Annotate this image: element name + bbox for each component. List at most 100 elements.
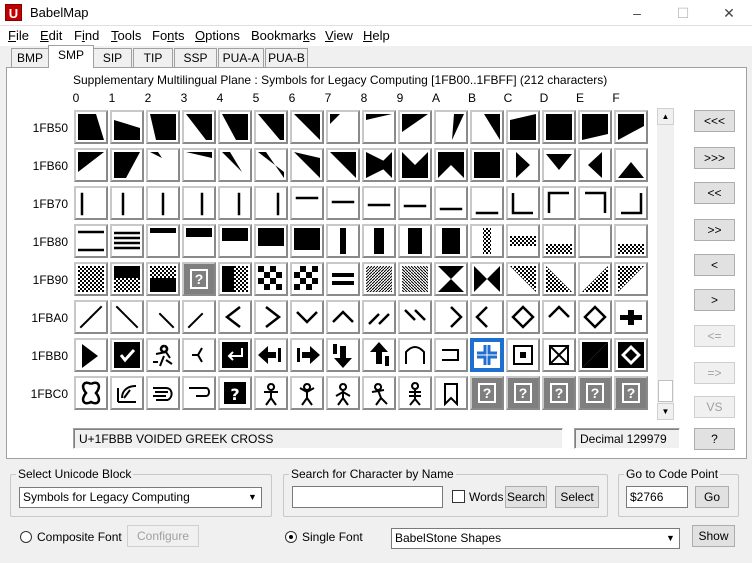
character-cell[interactable] bbox=[398, 376, 432, 410]
words-checkbox[interactable] bbox=[452, 490, 465, 503]
character-cell[interactable] bbox=[434, 376, 468, 410]
character-cell[interactable] bbox=[362, 300, 396, 334]
scroll-down-icon[interactable]: ▼ bbox=[657, 403, 674, 420]
character-cell[interactable] bbox=[398, 110, 432, 144]
menu-item[interactable]: View bbox=[325, 28, 353, 43]
menu-item[interactable]: Help bbox=[363, 28, 390, 43]
character-cell[interactable] bbox=[254, 148, 288, 182]
character-cell[interactable] bbox=[218, 262, 252, 296]
character-cell[interactable] bbox=[326, 148, 360, 182]
character-cell[interactable]: ? bbox=[218, 376, 252, 410]
character-cell[interactable] bbox=[506, 262, 540, 296]
character-cell[interactable] bbox=[578, 186, 612, 220]
character-cell[interactable] bbox=[542, 262, 576, 296]
character-cell[interactable] bbox=[434, 300, 468, 334]
character-cell[interactable] bbox=[110, 148, 144, 182]
go-button[interactable]: Go bbox=[695, 486, 729, 508]
character-cell[interactable] bbox=[470, 148, 504, 182]
nav-button[interactable]: => bbox=[694, 362, 735, 384]
character-cell[interactable]: ? bbox=[506, 376, 540, 410]
character-cell[interactable] bbox=[74, 186, 108, 220]
character-cell[interactable] bbox=[254, 186, 288, 220]
character-cell[interactable] bbox=[254, 224, 288, 258]
character-cell[interactable] bbox=[218, 300, 252, 334]
character-cell[interactable] bbox=[398, 300, 432, 334]
character-cell[interactable] bbox=[146, 300, 180, 334]
character-cell[interactable] bbox=[506, 186, 540, 220]
character-cell[interactable] bbox=[218, 186, 252, 220]
menu-item[interactable]: Options bbox=[195, 28, 240, 43]
character-cell[interactable] bbox=[254, 300, 288, 334]
character-cell[interactable] bbox=[398, 224, 432, 258]
character-cell[interactable] bbox=[110, 338, 144, 372]
scroll-up-icon[interactable]: ▲ bbox=[657, 108, 674, 125]
character-cell[interactable] bbox=[74, 110, 108, 144]
character-cell[interactable] bbox=[182, 224, 216, 258]
character-cell[interactable] bbox=[398, 186, 432, 220]
character-cell[interactable]: ? bbox=[614, 376, 648, 410]
character-cell[interactable] bbox=[614, 186, 648, 220]
scroll-thumb[interactable] bbox=[658, 380, 673, 402]
menu-item[interactable]: Bookmarks bbox=[251, 28, 316, 43]
character-cell[interactable] bbox=[434, 262, 468, 296]
character-cell[interactable] bbox=[578, 338, 612, 372]
tab-pua-a[interactable]: PUA-A bbox=[218, 48, 264, 67]
character-cell[interactable] bbox=[326, 338, 360, 372]
character-cell[interactable] bbox=[470, 110, 504, 144]
character-cell[interactable] bbox=[614, 338, 648, 372]
character-cell[interactable] bbox=[506, 338, 540, 372]
character-cell[interactable] bbox=[578, 300, 612, 334]
character-cell[interactable]: ? bbox=[470, 376, 504, 410]
character-cell[interactable] bbox=[326, 186, 360, 220]
character-cell[interactable] bbox=[470, 186, 504, 220]
menu-item[interactable]: File bbox=[8, 28, 29, 43]
nav-button[interactable]: < bbox=[694, 254, 735, 276]
character-cell[interactable] bbox=[254, 110, 288, 144]
search-input[interactable] bbox=[292, 486, 443, 508]
nav-button[interactable]: <<< bbox=[694, 110, 735, 132]
character-cell[interactable] bbox=[146, 338, 180, 372]
character-cell[interactable] bbox=[542, 300, 576, 334]
nav-button[interactable]: VS bbox=[694, 396, 735, 418]
character-cell[interactable] bbox=[182, 148, 216, 182]
character-cell[interactable] bbox=[146, 262, 180, 296]
character-cell[interactable] bbox=[326, 300, 360, 334]
character-cell[interactable] bbox=[506, 224, 540, 258]
tab-bmp[interactable]: BMP bbox=[11, 48, 49, 67]
character-cell[interactable] bbox=[614, 300, 648, 334]
maximize-button[interactable]: ☐ bbox=[660, 0, 706, 26]
character-cell[interactable] bbox=[74, 376, 108, 410]
character-cell[interactable] bbox=[182, 376, 216, 410]
configure-button[interactable]: Configure bbox=[127, 525, 199, 547]
search-button[interactable]: Search bbox=[505, 486, 547, 508]
character-cell[interactable] bbox=[218, 110, 252, 144]
character-cell[interactable] bbox=[146, 224, 180, 258]
character-cell[interactable] bbox=[434, 186, 468, 220]
character-cell[interactable] bbox=[290, 262, 324, 296]
minimize-button[interactable]: – bbox=[614, 0, 660, 26]
character-cell[interactable] bbox=[614, 224, 648, 258]
character-cell[interactable] bbox=[290, 186, 324, 220]
character-cell[interactable] bbox=[362, 148, 396, 182]
character-cell[interactable] bbox=[254, 338, 288, 372]
character-cell[interactable] bbox=[290, 300, 324, 334]
character-cell[interactable] bbox=[326, 262, 360, 296]
character-cell[interactable] bbox=[110, 376, 144, 410]
character-cell[interactable] bbox=[146, 110, 180, 144]
character-cell[interactable] bbox=[398, 148, 432, 182]
character-cell-selected[interactable] bbox=[470, 338, 504, 372]
character-cell[interactable] bbox=[434, 338, 468, 372]
character-cell[interactable] bbox=[74, 300, 108, 334]
character-cell[interactable] bbox=[290, 338, 324, 372]
character-cell[interactable] bbox=[362, 224, 396, 258]
menu-item[interactable]: Fonts bbox=[152, 28, 185, 43]
character-cell[interactable] bbox=[74, 224, 108, 258]
character-cell[interactable] bbox=[362, 186, 396, 220]
tab-ssp[interactable]: SSP bbox=[174, 48, 217, 67]
character-cell[interactable] bbox=[146, 186, 180, 220]
tab-pua-b[interactable]: PUA-B bbox=[265, 48, 308, 67]
character-cell[interactable] bbox=[254, 376, 288, 410]
composite-font-radio[interactable] bbox=[20, 531, 32, 543]
character-cell[interactable]: ? bbox=[542, 376, 576, 410]
unicode-block-select[interactable]: Symbols for Legacy Computing ▼ bbox=[19, 487, 262, 508]
